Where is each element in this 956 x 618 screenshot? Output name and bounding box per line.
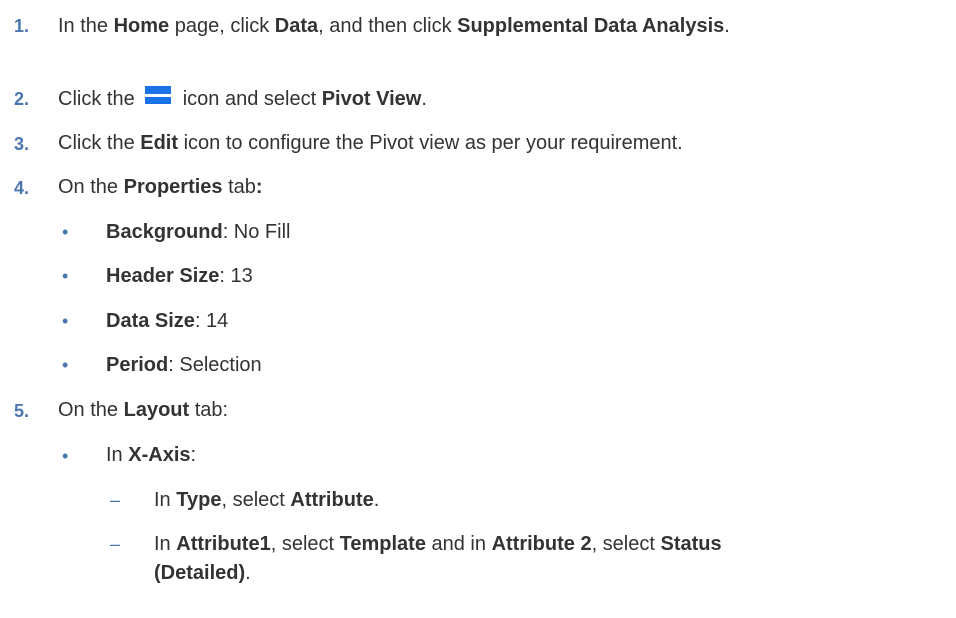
pivot-view-label: Pivot View	[321, 88, 422, 110]
hamburger-menu-icon	[144, 86, 171, 108]
step-number: 3.	[14, 134, 30, 154]
home-label: Home	[113, 15, 170, 37]
bullet: •	[62, 446, 69, 466]
data-label: Data	[274, 15, 319, 37]
list-item: In X-Axis:	[106, 444, 197, 466]
bullet: •	[62, 266, 69, 286]
dash: –	[110, 534, 121, 554]
step-5-text: On the Layout tab:	[58, 399, 229, 421]
step-4-text: On the Properties tab:	[58, 176, 263, 198]
edit-label: Edit	[140, 132, 179, 154]
properties-label: Properties	[123, 176, 223, 198]
list-item: Header Size: 13	[106, 265, 253, 287]
bullet: •	[62, 311, 69, 331]
step-number: 4.	[14, 178, 30, 198]
bullet: •	[62, 222, 69, 242]
supplemental-data-analysis-label: Supplemental Data Analysis	[457, 15, 725, 37]
step-2-text: Click the icon and select Pivot View.	[58, 86, 427, 110]
step-1-text: In the Home page, click Data, and then c…	[58, 15, 730, 37]
sub-list-item: In Type, select Attribute.	[154, 489, 380, 511]
step-number: 1.	[14, 16, 30, 36]
sub-list-item: In Attribute1, select Template and in At…	[154, 533, 722, 555]
step-3-text: Click the Edit icon to configure the Piv…	[58, 132, 683, 154]
step-number: 5.	[14, 401, 30, 421]
list-item: Period: Selection	[106, 354, 262, 376]
list-item: Background: No Fill	[106, 221, 291, 243]
list-item: Data Size: 14	[106, 310, 229, 332]
step-number: 2.	[14, 89, 30, 109]
sub-list-item-continuation: (Detailed).	[154, 562, 251, 584]
bullet: •	[62, 355, 69, 375]
layout-label: Layout	[123, 399, 190, 421]
dash: –	[110, 490, 121, 510]
document: 1. In the Home page, click Data, and the…	[0, 0, 956, 618]
